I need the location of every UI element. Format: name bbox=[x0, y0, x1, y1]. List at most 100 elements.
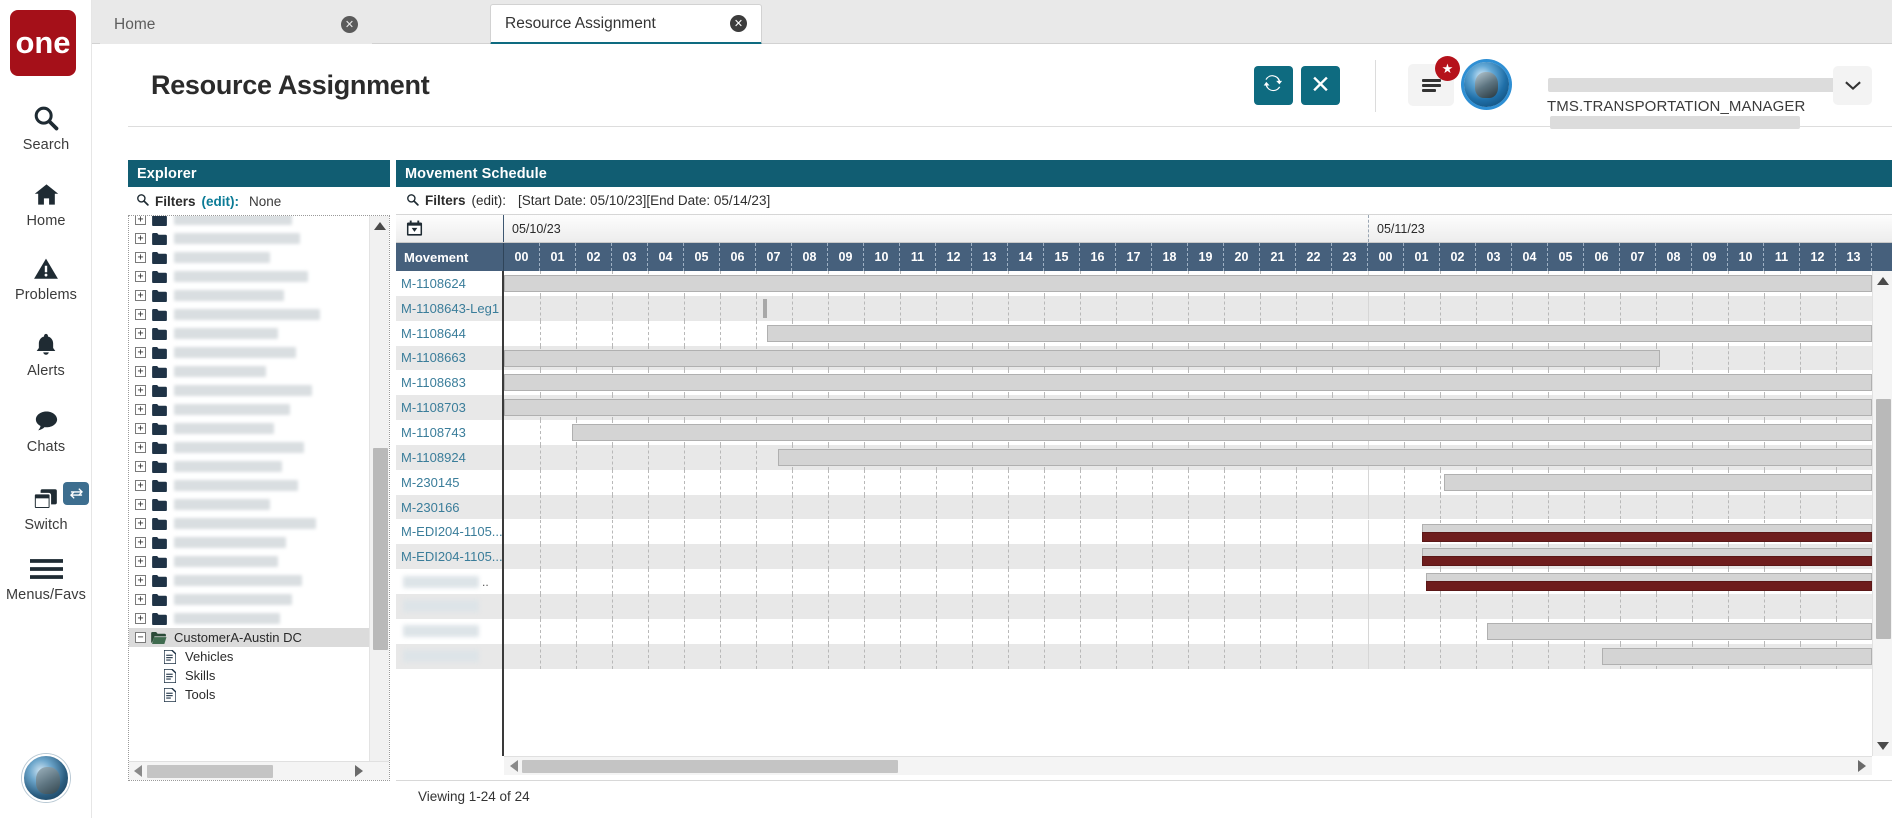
explorer-tree-vscrollbar[interactable] bbox=[369, 216, 389, 780]
rail-item-problems[interactable]: Problems bbox=[0, 248, 92, 303]
gantt-row[interactable] bbox=[504, 395, 1872, 421]
rail-item-home[interactable]: Home bbox=[0, 174, 92, 229]
movement-label[interactable]: M-EDI204-1105... bbox=[396, 544, 503, 570]
tree-expander-icon[interactable]: + bbox=[135, 271, 146, 282]
rail-item-switch[interactable]: Switch bbox=[0, 478, 92, 533]
tree-expander-icon[interactable]: + bbox=[135, 347, 146, 358]
movement-label[interactable]: M-1108644 bbox=[396, 321, 502, 346]
movement-label[interactable]: M-1108924 bbox=[396, 444, 502, 470]
gantt-row[interactable] bbox=[504, 320, 1872, 346]
gantt-row[interactable] bbox=[504, 444, 1872, 470]
triangle-down-icon[interactable] bbox=[1873, 736, 1892, 756]
tree-expander-icon[interactable]: + bbox=[135, 366, 146, 377]
rail-item-alerts[interactable]: Alerts bbox=[0, 324, 92, 379]
gantt-row[interactable] bbox=[504, 295, 1872, 321]
gantt-row[interactable] bbox=[504, 271, 1872, 296]
movement-label[interactable]: M-1108643-Leg1 bbox=[396, 295, 502, 321]
tree-expander-icon[interactable]: + bbox=[135, 613, 146, 624]
tree-expander-icon[interactable]: + bbox=[135, 480, 146, 491]
gantt-bar-assigned[interactable] bbox=[1422, 556, 1872, 567]
triangle-right-icon[interactable] bbox=[351, 765, 367, 777]
tree-node-redacted[interactable]: + bbox=[129, 229, 369, 248]
tree-node-redacted[interactable]: + bbox=[129, 533, 369, 552]
tree-expander-icon[interactable]: + bbox=[135, 233, 146, 244]
tab-resource-assignment[interactable]: Resource Assignment ✕ bbox=[490, 4, 762, 45]
tree-node-redacted[interactable]: + bbox=[129, 400, 369, 419]
gantt-bar[interactable] bbox=[1486, 622, 1872, 640]
avatar[interactable] bbox=[1464, 62, 1509, 107]
gantt-vscroll-thumb[interactable] bbox=[1876, 399, 1891, 639]
tree-node-redacted[interactable]: + bbox=[129, 438, 369, 457]
tree-expander-icon[interactable]: + bbox=[135, 385, 146, 396]
gantt-bar[interactable] bbox=[777, 448, 1872, 466]
movement-label[interactable]: M-230166 bbox=[396, 494, 502, 520]
gantt-row[interactable] bbox=[504, 494, 1872, 520]
gantt-bar[interactable] bbox=[504, 275, 1872, 292]
tree-expander-icon[interactable]: + bbox=[135, 518, 146, 529]
tree-leaf-vehicles[interactable]: Vehicles bbox=[129, 647, 369, 666]
movement-label[interactable]: M-1108624 bbox=[396, 271, 502, 296]
tree-expander-icon[interactable]: + bbox=[135, 442, 146, 453]
triangle-right-icon[interactable] bbox=[1852, 756, 1872, 775]
gantt-row[interactable] bbox=[504, 544, 1872, 570]
swap-arrows-icon[interactable] bbox=[63, 482, 89, 505]
gantt-bar[interactable] bbox=[504, 374, 1872, 392]
gantt-bar[interactable] bbox=[504, 349, 1660, 367]
tree-expander-icon[interactable]: + bbox=[135, 328, 146, 339]
gantt-row[interactable] bbox=[504, 594, 1872, 619]
tree-node-redacted[interactable]: + bbox=[129, 514, 369, 533]
movement-label-redacted[interactable] bbox=[396, 593, 502, 619]
tree-node-redacted[interactable]: + bbox=[129, 609, 369, 628]
tree-node-redacted[interactable]: + bbox=[129, 457, 369, 476]
tree-node-customer-dc[interactable]: − CustomerA-Austin DC bbox=[129, 628, 369, 647]
movement-label[interactable]: M-EDI204-1105... bbox=[396, 519, 503, 544]
movement-label[interactable]: M-230145 bbox=[396, 470, 502, 495]
tree-expander-icon[interactable]: + bbox=[135, 423, 146, 434]
rail-item-chats[interactable]: Chats bbox=[0, 400, 92, 455]
tree-node-redacted[interactable]: + bbox=[129, 419, 369, 438]
movement-label[interactable]: M-1108703 bbox=[396, 395, 502, 421]
close-circle-icon[interactable]: ✕ bbox=[341, 16, 358, 33]
explorer-tree-hscroll-thumb[interactable] bbox=[147, 764, 273, 778]
tree-expander-icon[interactable]: + bbox=[135, 537, 146, 548]
tree-expander-icon[interactable]: + bbox=[135, 556, 146, 567]
tree-node-redacted[interactable]: + bbox=[129, 590, 369, 609]
tree-node-redacted[interactable]: + bbox=[129, 286, 369, 305]
explorer-tree[interactable]: + + + + + + + + + + + + + + + + + + + + + + − CustomerA-Austin … bbox=[128, 215, 390, 781]
rail-avatar[interactable] bbox=[22, 754, 70, 802]
triangle-up-icon[interactable] bbox=[370, 216, 389, 236]
gantt-hscrollbar[interactable] bbox=[504, 756, 1872, 775]
schedule-filter-edit-link[interactable]: (edit): bbox=[472, 193, 507, 208]
tree-leaf-skills[interactable]: Skills bbox=[129, 666, 369, 685]
gantt-bar-assigned[interactable] bbox=[1422, 531, 1872, 542]
gantt-row[interactable] bbox=[504, 345, 1872, 371]
gantt-bar[interactable] bbox=[763, 298, 767, 318]
tree-expander-icon[interactable]: + bbox=[135, 461, 146, 472]
triangle-left-icon[interactable] bbox=[129, 765, 147, 777]
movement-label-redacted[interactable]: .. bbox=[396, 569, 502, 594]
refresh-button[interactable] bbox=[1254, 66, 1293, 105]
tree-leaf-tools[interactable]: Tools bbox=[129, 685, 369, 704]
tree-expander-icon[interactable]: + bbox=[135, 216, 146, 225]
gantt-bar[interactable] bbox=[766, 324, 1872, 342]
movement-label[interactable]: M-1108683 bbox=[396, 370, 502, 395]
tree-expander-icon[interactable]: + bbox=[135, 252, 146, 263]
tree-expander-icon[interactable]: + bbox=[135, 290, 146, 301]
rail-item-search[interactable]: Search bbox=[0, 98, 92, 153]
tree-expander-icon[interactable]: + bbox=[135, 594, 146, 605]
tree-node-redacted[interactable]: + bbox=[129, 305, 369, 324]
calendar-icon[interactable] bbox=[396, 215, 504, 242]
app-logo[interactable]: one bbox=[10, 10, 76, 76]
tree-node-redacted[interactable]: + bbox=[129, 216, 369, 229]
tree-expander-icon[interactable]: + bbox=[135, 404, 146, 415]
triangle-left-icon[interactable] bbox=[504, 756, 524, 775]
gantt-plot-area[interactable] bbox=[504, 271, 1872, 756]
movement-label[interactable]: M-1108743 bbox=[396, 420, 502, 445]
movement-label-redacted[interactable] bbox=[396, 619, 502, 644]
rail-item-menus-favs[interactable]: Menus/Favs bbox=[0, 548, 92, 603]
explorer-tree-hscrollbar[interactable] bbox=[129, 761, 389, 780]
triangle-up-icon[interactable] bbox=[1873, 271, 1892, 291]
tree-node-redacted[interactable]: + bbox=[129, 343, 369, 362]
tree-node-redacted[interactable]: + bbox=[129, 324, 369, 343]
tree-node-redacted[interactable]: + bbox=[129, 495, 369, 514]
